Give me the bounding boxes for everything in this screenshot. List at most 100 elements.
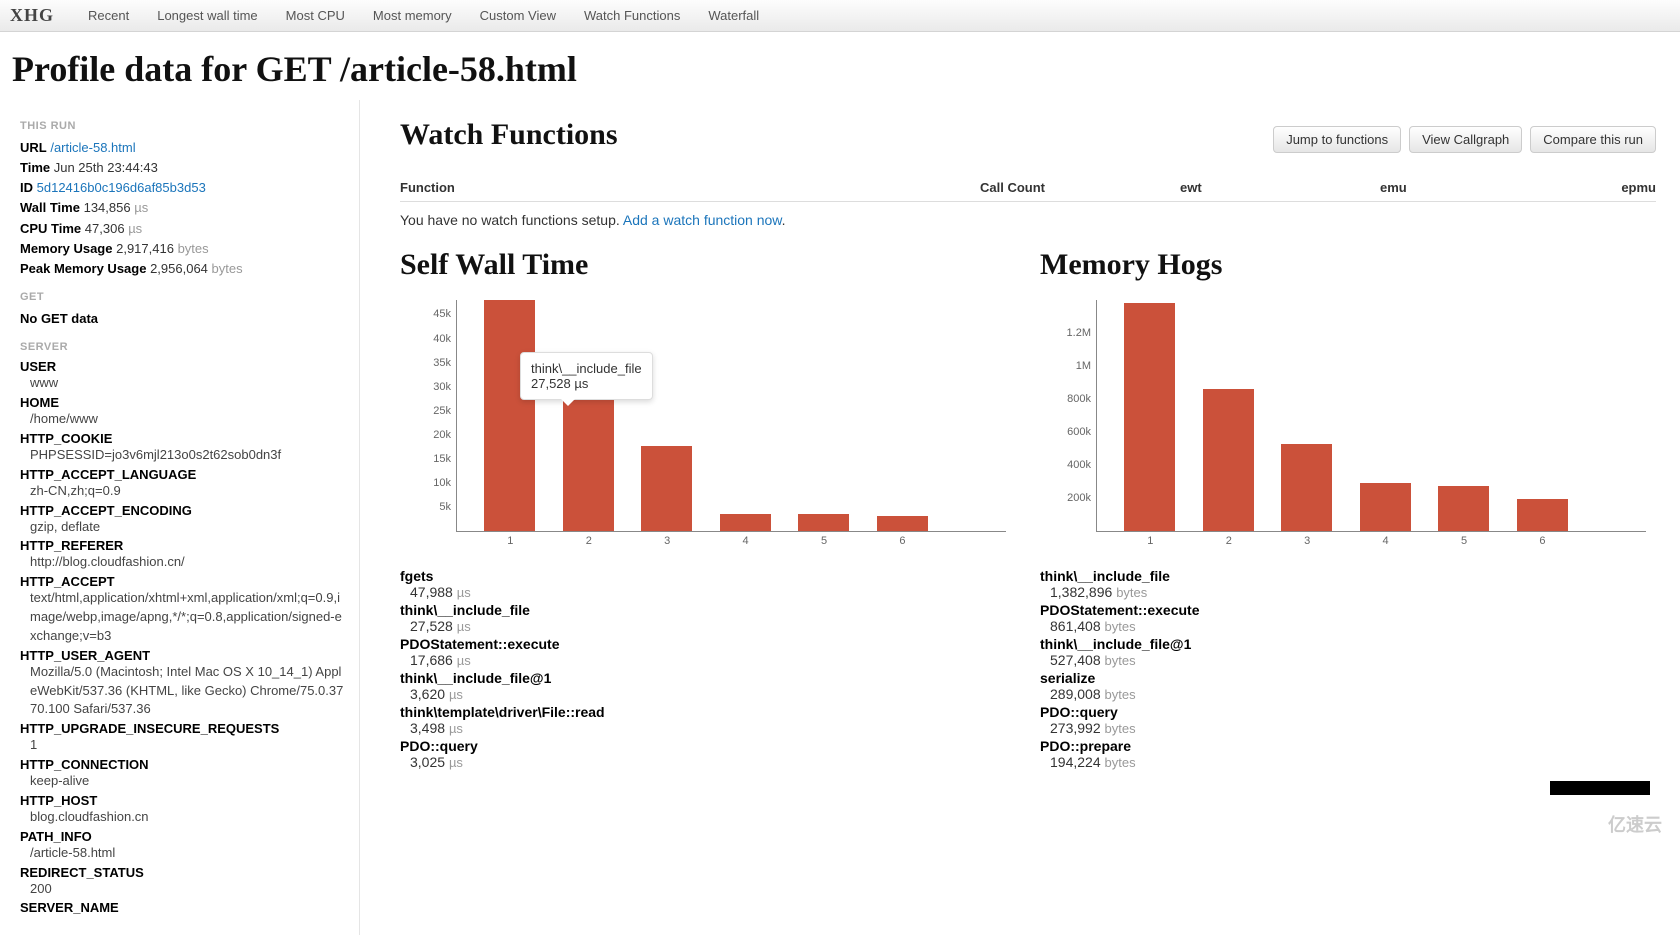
function-name[interactable]: serialize: [1040, 670, 1656, 686]
y-tick: 5k: [439, 501, 457, 513]
function-name[interactable]: PDOStatement::execute: [1040, 602, 1656, 618]
url-label: URL: [20, 140, 47, 155]
function-name[interactable]: think\template\driver\File::read: [400, 704, 1016, 720]
x-tick: 3: [1304, 531, 1310, 547]
function-name[interactable]: think\__include_file@1: [400, 670, 1016, 686]
server-value: /home/www: [20, 410, 345, 429]
function-name[interactable]: think\__include_file: [400, 602, 1016, 618]
chart-bar[interactable]: [877, 516, 928, 531]
server-value: text/html,application/xhtml+xml,applicat…: [20, 589, 345, 646]
chart-bar[interactable]: [563, 399, 614, 531]
y-tick: 400k: [1067, 459, 1097, 471]
peak-value: 2,956,064: [150, 261, 208, 276]
get-none: No GET data: [20, 311, 98, 326]
x-tick: 4: [743, 531, 749, 547]
server-value: zh-CN,zh;q=0.9: [20, 482, 345, 501]
cputime-value: 47,306: [85, 221, 125, 236]
function-name[interactable]: think\__include_file@1: [1040, 636, 1656, 652]
x-tick: 4: [1383, 531, 1389, 547]
x-tick: 6: [1539, 531, 1545, 547]
y-tick: 15k: [433, 453, 457, 465]
server-key: SERVER_NAME: [20, 900, 345, 915]
self-wall-time-chart[interactable]: 5k10k15k20k25k30k35k40k45k123456 think\_…: [400, 296, 1016, 556]
watch-functions-title: Watch Functions: [400, 118, 618, 152]
url-link[interactable]: /article-58.html: [50, 140, 135, 155]
function-value: 861,408 bytes: [1040, 618, 1656, 634]
chart-bar[interactable]: [1360, 483, 1411, 531]
function-name[interactable]: think\__include_file: [1040, 568, 1656, 584]
server-key: HTTP_ACCEPT: [20, 574, 345, 589]
x-tick: 3: [664, 531, 670, 547]
view-callgraph-button[interactable]: View Callgraph: [1409, 126, 1522, 153]
server-key: HTTP_COOKIE: [20, 431, 345, 446]
page-title: Profile data for GET /article-58.html: [0, 32, 1680, 100]
sidebar: THIS RUN URL /article-58.html Time Jun 2…: [0, 100, 360, 935]
chart-bar[interactable]: [1203, 389, 1254, 531]
y-tick: 1M: [1076, 360, 1097, 372]
nav-item-most-cpu[interactable]: Most CPU: [286, 8, 345, 23]
brand[interactable]: XHG: [10, 5, 54, 26]
function-value: 289,008 bytes: [1040, 686, 1656, 702]
chart-bar[interactable]: [1281, 444, 1332, 531]
server-key: HTTP_ACCEPT_LANGUAGE: [20, 467, 345, 482]
function-name[interactable]: PDO::prepare: [1040, 738, 1656, 754]
server-value: http://blog.cloudfashion.cn/: [20, 553, 345, 572]
nav-item-most-memory[interactable]: Most memory: [373, 8, 452, 23]
walltime-label: Wall Time: [20, 200, 80, 215]
this-run-header: THIS RUN: [20, 120, 345, 132]
server-key: HTTP_HOST: [20, 793, 345, 808]
x-tick: 1: [507, 531, 513, 547]
tooltip-name: think\__include_file: [531, 361, 642, 376]
chart-bar[interactable]: [1517, 499, 1568, 531]
mem-label: Memory Usage: [20, 241, 112, 256]
col-epmu: epmu: [1500, 180, 1656, 195]
chart-bar[interactable]: [641, 446, 692, 531]
chart-bar[interactable]: [1124, 303, 1175, 531]
chart-bar[interactable]: [798, 514, 849, 531]
server-value: blog.cloudfashion.cn: [20, 808, 345, 827]
server-key: HTTP_CONNECTION: [20, 757, 345, 772]
function-name[interactable]: fgets: [400, 568, 1016, 584]
function-value: 194,224 bytes: [1040, 754, 1656, 770]
function-value: 27,528 µs: [400, 618, 1016, 634]
chart-bar[interactable]: [484, 300, 535, 531]
memory-hogs-title: Memory Hogs: [1040, 248, 1656, 282]
function-name[interactable]: PDO::query: [400, 738, 1016, 754]
add-watch-link[interactable]: Add a watch function now: [623, 212, 782, 228]
server-key: HTTP_ACCEPT_ENCODING: [20, 503, 345, 518]
function-name[interactable]: PDO::query: [1040, 704, 1656, 720]
chart-bar[interactable]: [720, 514, 771, 531]
id-link[interactable]: 5d12416b0c196d6af85b3d53: [37, 180, 206, 195]
y-tick: 30k: [433, 381, 457, 393]
col-function: Function: [400, 180, 980, 195]
nav-item-longest-wall-time[interactable]: Longest wall time: [157, 8, 257, 23]
function-value: 3,620 µs: [400, 686, 1016, 702]
x-tick: 2: [586, 531, 592, 547]
nav-item-custom-view[interactable]: Custom View: [480, 8, 556, 23]
server-key: REDIRECT_STATUS: [20, 865, 345, 880]
chart-bar[interactable]: [1438, 486, 1489, 531]
server-key: HTTP_UPGRADE_INSECURE_REQUESTS: [20, 721, 345, 736]
function-name[interactable]: PDOStatement::execute: [400, 636, 1016, 652]
nav-item-waterfall[interactable]: Waterfall: [708, 8, 759, 23]
jump-to-functions-button[interactable]: Jump to functions: [1273, 126, 1401, 153]
y-tick: 600k: [1067, 426, 1097, 438]
watch-table: Function Call Count ewt emu epmu You hav…: [400, 174, 1656, 238]
chart-tooltip: think\__include_file 27,528 µs: [520, 352, 653, 400]
nav-item-watch-functions[interactable]: Watch Functions: [584, 8, 680, 23]
compare-run-button[interactable]: Compare this run: [1530, 126, 1656, 153]
y-tick: 35k: [433, 357, 457, 369]
walltime-value: 134,856: [84, 200, 131, 215]
server-value: PHPSESSID=jo3v6mjl213o0s2t62sob0dn3f: [20, 446, 345, 465]
time-value: Jun 25th 23:44:43: [54, 160, 158, 175]
y-tick: 45k: [433, 308, 457, 320]
cputime-unit: µs: [128, 221, 142, 236]
memory-hogs-chart[interactable]: 200k400k600k800k1M1.2M123456: [1040, 296, 1656, 556]
server-key: PATH_INFO: [20, 829, 345, 844]
y-tick: 10k: [433, 477, 457, 489]
server-value: Mozilla/5.0 (Macintosh; Intel Mac OS X 1…: [20, 663, 345, 720]
overlay-strip: [1550, 781, 1650, 795]
nav-item-recent[interactable]: Recent: [88, 8, 129, 23]
x-tick: 5: [821, 531, 827, 547]
function-value: 273,992 bytes: [1040, 720, 1656, 736]
